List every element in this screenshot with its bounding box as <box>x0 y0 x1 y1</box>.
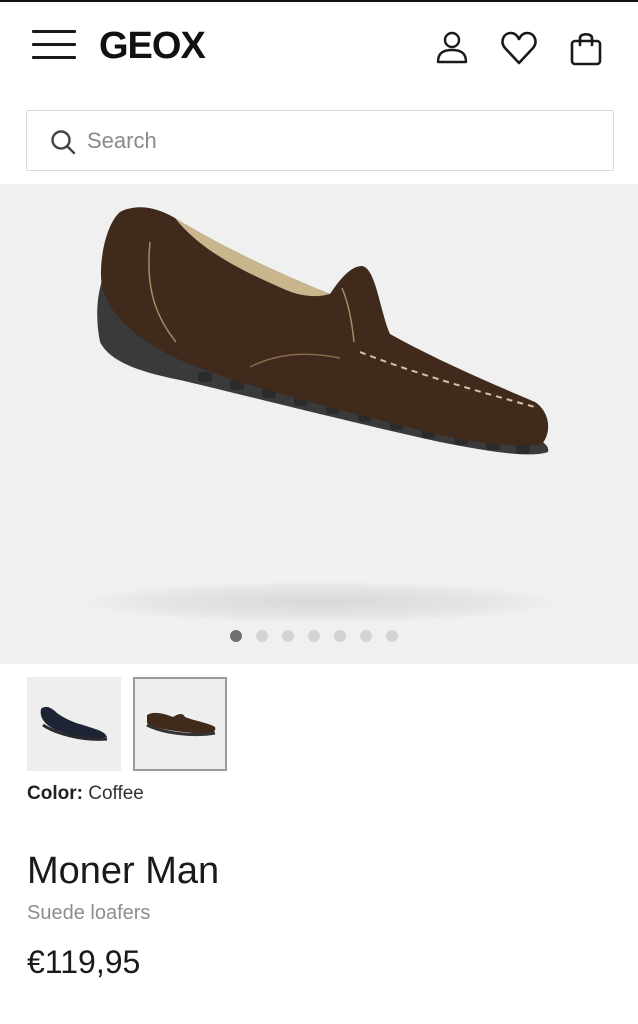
selected-color: Color: Coffee <box>27 783 144 805</box>
gallery-pagination <box>230 628 398 644</box>
shopping-bag-icon[interactable] <box>566 28 606 68</box>
floor-shadow <box>90 582 550 622</box>
product-title: Moner Man <box>27 850 220 892</box>
brand-logo[interactable]: GEOX <box>99 26 206 66</box>
search-input[interactable] <box>87 123 587 159</box>
product-image-gallery[interactable] <box>0 184 638 664</box>
site-header: GEOX <box>0 2 638 94</box>
product-price: €119,95 <box>27 944 141 980</box>
search-icon[interactable] <box>49 128 77 156</box>
search-bar <box>26 110 614 171</box>
color-swatch-navy[interactable] <box>27 677 121 771</box>
color-swatch-coffee[interactable] <box>133 677 227 771</box>
product-subtitle: Suede loafers <box>27 902 151 924</box>
user-icon[interactable] <box>432 28 472 68</box>
color-value: Coffee <box>88 783 144 804</box>
gallery-dot[interactable] <box>386 630 398 642</box>
gallery-dot[interactable] <box>308 630 320 642</box>
hamburger-menu-icon[interactable] <box>30 26 78 64</box>
gallery-dot[interactable] <box>256 630 268 642</box>
gallery-dot[interactable] <box>230 630 242 642</box>
heart-icon[interactable] <box>499 28 539 68</box>
color-label: Color: <box>27 783 83 804</box>
product-image <box>97 207 549 455</box>
gallery-dot[interactable] <box>282 630 294 642</box>
gallery-dot[interactable] <box>334 630 346 642</box>
gallery-dot[interactable] <box>360 630 372 642</box>
